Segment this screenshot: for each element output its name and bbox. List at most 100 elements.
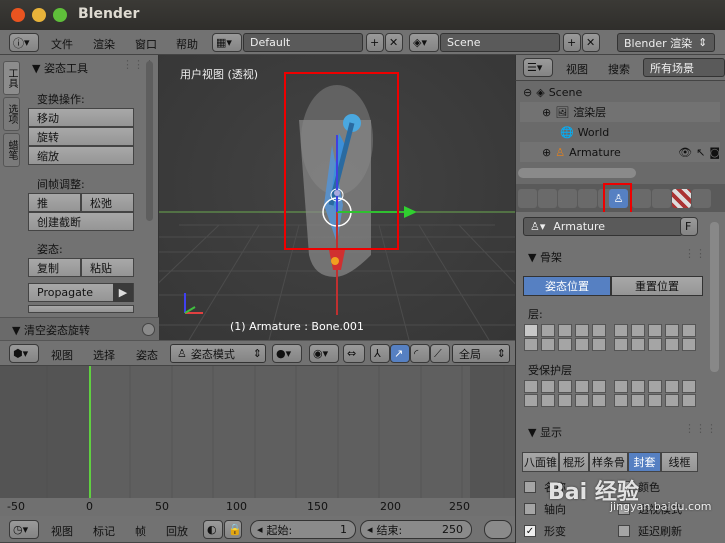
protected-layer-grid-left[interactable] [524,380,608,410]
layer-cell[interactable] [682,394,696,407]
rotate-manipulator-button[interactable]: ◜ [410,344,430,363]
expand-icon[interactable]: ⊕ [542,106,551,119]
layer-cell[interactable] [682,338,696,351]
render-engine-select[interactable]: Blender 渲染 ⇕ [617,33,715,52]
object-tab-icon[interactable] [578,189,597,208]
checkbox-box[interactable] [524,481,536,493]
tool-shelf-scrollbar[interactable] [146,61,153,221]
outliner-scrollbar[interactable] [518,168,636,178]
panel-clear-rotation-title[interactable]: ▼ 清空姿态旋转 [12,322,90,338]
panel-skeleton-title[interactable]: ▼ 骨架 [528,249,562,265]
layer-cell[interactable] [648,380,662,393]
propagate-button[interactable]: Propagate ▶ [28,283,134,302]
timeline-area[interactable] [0,366,515,516]
remove-screen-button[interactable]: ✕ [385,33,403,52]
camera-icon[interactable]: ◙ [709,146,720,159]
layer-cell[interactable] [558,394,572,407]
outliner-filter-select[interactable]: 所有场景 [643,58,725,77]
display-envelope-button[interactable]: 封套 [628,452,661,472]
checkbox-box[interactable] [618,525,630,537]
checkbox-delay-refresh[interactable]: 延迟刷新 [618,523,682,539]
rotate-button[interactable]: 旋转 [28,127,134,146]
editor-type-button[interactable]: ⓘ ▾ [9,33,39,52]
scene-browse-button[interactable]: ◈ ▾ [409,33,439,52]
outliner-editor-type-button[interactable]: ☰ ▾ [523,58,553,77]
copy-pose-button[interactable]: 复制 [28,258,81,277]
mode-select[interactable]: ♙ 姿态模式 ⇕ [170,344,266,363]
render-tab-icon[interactable] [518,189,537,208]
menu-file[interactable]: 文件 [51,36,73,52]
layer-cell[interactable] [541,324,555,337]
tab-tools[interactable]: 工具 [3,61,20,95]
layer-cell[interactable] [575,380,589,393]
visibility-eye-icon[interactable]: 👁 [678,146,692,159]
panel-display-title[interactable]: ▼ 显示 [528,424,562,440]
bone-constraints-tab-icon[interactable] [652,189,671,208]
armature-datablock-field[interactable]: ♙▾ Armature [523,217,683,236]
world-tab-icon[interactable] [558,189,577,208]
layer-cell[interactable] [614,394,628,407]
layer-cell[interactable] [682,324,696,337]
menu-search[interactable]: 搜索 [608,61,630,77]
layer-cell[interactable] [648,324,662,337]
start-frame-field[interactable]: ◂ 起始: 1 [250,520,356,539]
add-scene-button[interactable]: + [563,33,581,52]
push-button[interactable]: 推 [28,193,81,212]
breakdown-button[interactable]: 创建截断 [28,212,134,231]
tab-grease-pencil[interactable]: 蜡笔 [3,133,20,167]
display-stick-button[interactable]: 棍形 [559,452,589,472]
layer-cell[interactable] [558,324,572,337]
layer-cell[interactable] [541,338,555,351]
layer-cell[interactable] [575,394,589,407]
layer-cell[interactable] [614,324,628,337]
bone-tab-icon[interactable] [632,189,651,208]
menu-frame[interactable]: 帧 [135,523,146,539]
drag-grip-icon[interactable]: ⋮⋮⋮ [684,422,717,435]
menu-view[interactable]: 视图 [566,61,588,77]
maximize-window-button[interactable] [53,8,67,22]
screen-layout-button[interactable]: ▦ ▾ [212,33,242,52]
menu-view[interactable]: 视图 [51,523,73,539]
layer-cell[interactable] [558,380,572,393]
checkbox-deform[interactable]: ✓ 形变 [524,523,566,539]
viewport-shading-button[interactable]: ● ▾ [272,344,302,363]
menu-select[interactable]: 选择 [93,347,115,363]
layer-cell[interactable] [541,380,555,393]
tab-options[interactable]: 选项 [3,97,20,131]
layer-cell[interactable] [592,324,606,337]
add-screen-button[interactable]: + [366,33,384,52]
view3d-editor-type-button[interactable]: ⬢ ▾ [9,344,39,363]
decrement-icon[interactable]: ◂ [257,523,263,536]
layer-cell[interactable] [682,380,696,393]
outliner-item-world[interactable]: 🌐 World [520,122,720,142]
remove-scene-button[interactable]: ✕ [582,33,600,52]
checkmark-icon[interactable]: ✓ [524,525,536,537]
menu-view[interactable]: 视图 [51,347,73,363]
layer-cell[interactable] [592,394,606,407]
scale-manipulator-button[interactable]: ⟋ [430,344,450,363]
rest-position-button[interactable]: 重置位置 [611,276,703,296]
layer-cell[interactable] [631,324,645,337]
hidden-button[interactable] [28,305,134,313]
menu-playback[interactable]: 回放 [166,523,188,539]
panel-pose-tools-title[interactable]: ▼ 姿态工具 [32,60,88,76]
layer-cell[interactable] [575,324,589,337]
layer-cell[interactable] [558,338,572,351]
pose-position-button[interactable]: 姿态位置 [523,276,611,296]
texture-tab-icon[interactable] [672,189,691,208]
layer-cell[interactable] [665,380,679,393]
viewport-3d[interactable]: 用户视图 (透视) (1) Armature : Bone.001 [159,55,515,340]
relax-button[interactable]: 松弛 [81,193,134,212]
layer-grid-left[interactable] [524,324,608,354]
checkbox-box[interactable] [524,503,536,515]
decrement-icon[interactable]: ◂ [367,523,373,536]
scene-tab-icon[interactable] [538,189,557,208]
layer-cell[interactable] [592,380,606,393]
manipulator-toggle[interactable]: ⇔ [343,344,365,363]
fake-user-button[interactable]: F [680,217,698,236]
transform-axes-button[interactable]: ⅄ [370,344,390,363]
menu-marker[interactable]: 标记 [93,523,115,539]
layer-cell[interactable] [648,338,662,351]
outliner-item-armature[interactable]: ⊕ ♙ Armature 👁 ↖ ◙ [520,142,720,162]
outliner-item-render-layers[interactable]: ⊕ 🖼 渲染层 [520,102,720,122]
